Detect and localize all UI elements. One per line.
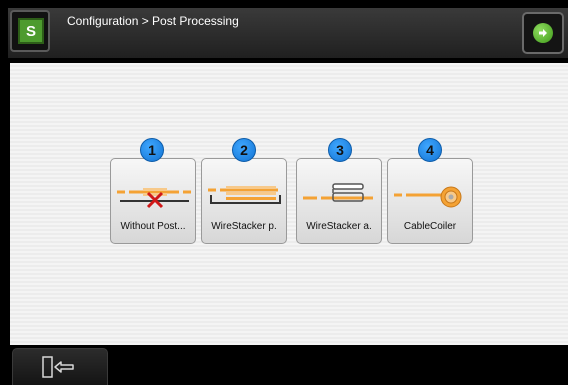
option-label: WireStacker a. — [306, 221, 372, 232]
breadcrumb: Configuration > Post Processing — [67, 14, 239, 28]
wirestacker-p-icon — [208, 186, 281, 204]
option-number-badge: 4 — [418, 138, 442, 162]
content-area: Without Post... WireStacker p. WireStack… — [10, 63, 568, 345]
option-label: WireStacker p. — [211, 221, 277, 232]
option-wirestacker-p[interactable]: WireStacker p. — [201, 158, 287, 244]
app-logo-icon: S — [18, 18, 44, 44]
cablecoiler-icon — [394, 186, 462, 208]
app-menu-button[interactable]: S — [10, 10, 50, 52]
option-without-post-processing[interactable]: Without Post... — [110, 158, 196, 244]
arrow-right-icon — [533, 23, 553, 43]
option-label: Without Post... — [120, 221, 186, 232]
wirestacker-a-icon — [303, 183, 373, 202]
exit-button[interactable] — [12, 348, 108, 385]
app-window: S Configuration > Post Processing Withou… — [0, 0, 568, 385]
option-wirestacker-a[interactable]: WireStacker a. — [296, 158, 382, 244]
next-button[interactable] — [522, 12, 564, 54]
without-post-processing-icon — [117, 188, 191, 209]
option-number-badge: 3 — [328, 138, 352, 162]
option-label: CableCoiler — [403, 221, 457, 232]
option-number-badge: 2 — [232, 138, 256, 162]
exit-door-icon — [42, 356, 74, 378]
option-cablecoiler[interactable]: CableCoiler — [387, 158, 473, 244]
logo-letter: S — [25, 22, 36, 40]
option-number-badge: 1 — [140, 138, 164, 162]
